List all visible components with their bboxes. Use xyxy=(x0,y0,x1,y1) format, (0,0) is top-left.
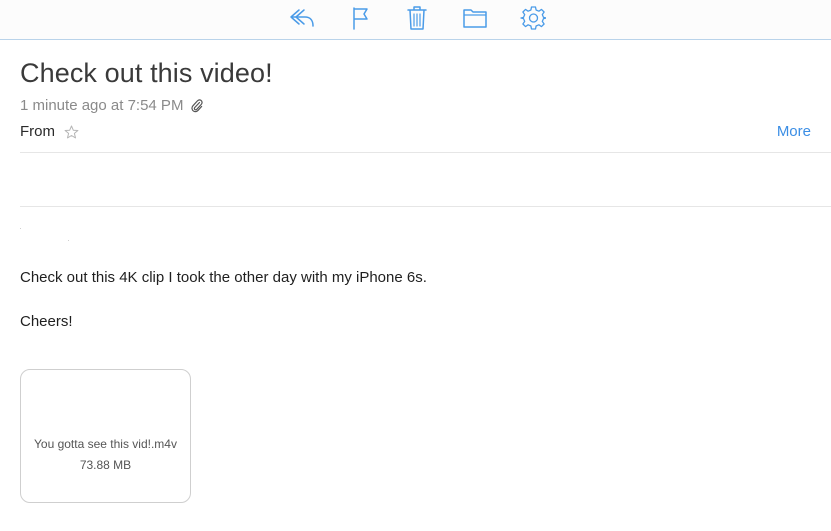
more-details-link[interactable]: More xyxy=(777,123,811,140)
message-timestamp: 1 minute ago at 7:54 PM xyxy=(20,97,184,114)
flag-button[interactable] xyxy=(345,4,375,32)
attachment-card[interactable]: You gotta see this vid!.m4v 73.88 MB xyxy=(20,369,191,503)
attachment-size: 73.88 MB xyxy=(79,458,132,472)
recipients-divider xyxy=(20,206,831,207)
message-subject: Check out this video! xyxy=(20,58,273,88)
reply-icon xyxy=(290,9,314,27)
message-meta: 1 minute ago at 7:54 PM xyxy=(20,97,204,114)
move-to-folder-button[interactable] xyxy=(460,4,490,32)
gear-icon xyxy=(520,6,546,30)
reply-button[interactable] xyxy=(287,4,317,32)
message-body-line: Check out this 4K clip I took the other … xyxy=(20,269,427,286)
faint-redacted-marks xyxy=(20,228,80,244)
trash-icon xyxy=(407,6,427,30)
sender-row: From xyxy=(20,123,79,140)
header-divider xyxy=(20,152,831,153)
message-body-line: Cheers! xyxy=(20,313,73,330)
message-toolbar xyxy=(0,0,831,40)
flag-icon xyxy=(353,7,368,30)
star-icon[interactable] xyxy=(64,125,79,139)
folder-icon xyxy=(463,9,487,28)
settings-button[interactable] xyxy=(518,4,548,32)
paperclip-icon xyxy=(191,98,204,113)
from-label: From xyxy=(20,123,55,140)
trash-button[interactable] xyxy=(402,4,432,32)
attachment-filename: You gotta see this vid!.m4v xyxy=(34,437,177,451)
